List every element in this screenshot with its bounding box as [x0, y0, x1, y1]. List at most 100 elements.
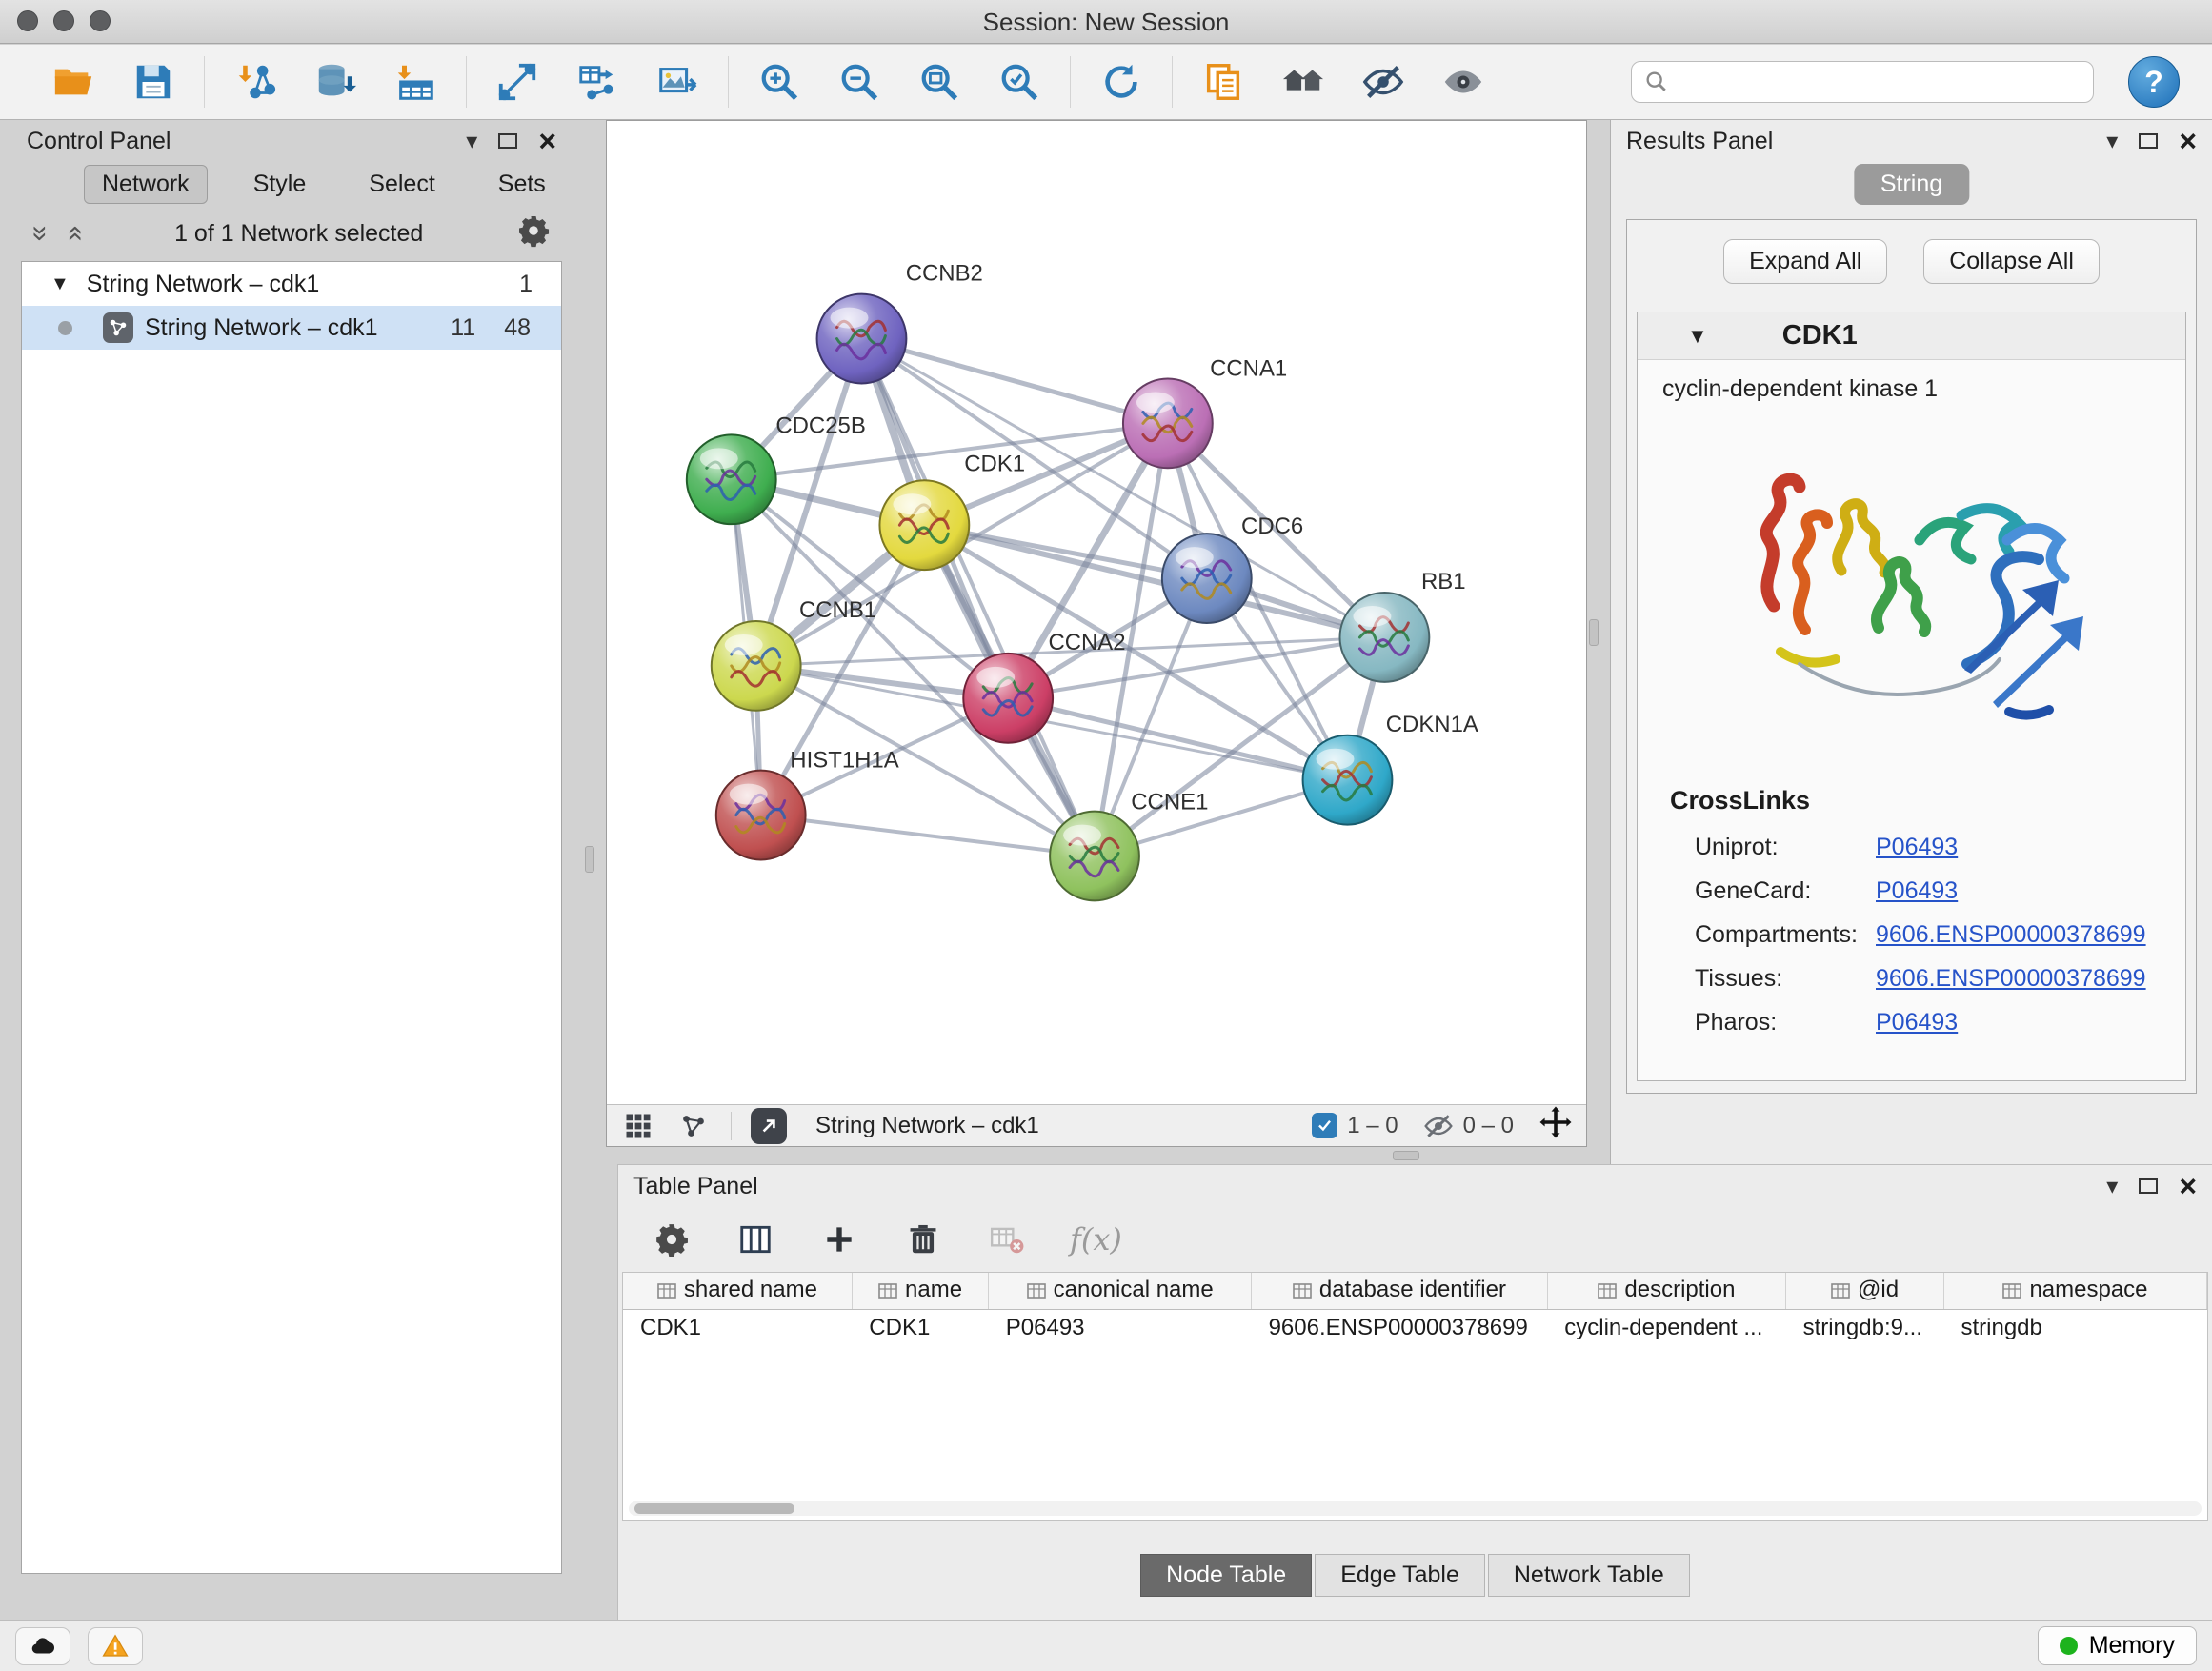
open-in-new-window-icon[interactable]: [751, 1108, 787, 1144]
collection-expand-icon[interactable]: ▼: [50, 273, 70, 295]
column-header-canonical-name[interactable]: canonical name: [989, 1273, 1252, 1309]
search-input[interactable]: [1678, 69, 2081, 95]
tab-network-table[interactable]: Network Table: [1488, 1554, 1690, 1597]
crosslink-link[interactable]: P06493: [1876, 834, 1958, 861]
birdseye-view-icon[interactable]: [675, 1108, 712, 1144]
function-builder-icon[interactable]: f(x): [1070, 1221, 1122, 1258]
network-collection-row[interactable]: ▼ String Network – cdk1 1: [22, 262, 561, 306]
network-node-cdkn1a[interactable]: CDKN1A: [1303, 712, 1478, 825]
refresh-view-button[interactable]: [1097, 58, 1145, 106]
tab-sets[interactable]: Sets: [481, 166, 563, 203]
table-cell[interactable]: stringdb:9...: [1786, 1309, 1944, 1347]
network-options-gear-icon[interactable]: [516, 213, 551, 254]
tab-string[interactable]: String: [1854, 164, 1969, 205]
column-header-description[interactable]: description: [1547, 1273, 1785, 1309]
status-bar: Memory: [0, 1620, 2212, 1671]
column-header-name[interactable]: name: [852, 1273, 988, 1309]
table-cell[interactable]: stringdb: [1943, 1309, 2206, 1347]
panel-close-icon[interactable]: ×: [2179, 131, 2197, 151]
open-session-button[interactable]: [50, 58, 97, 106]
memory-button[interactable]: Memory: [2038, 1626, 2197, 1665]
minimize-window-button[interactable]: [53, 10, 74, 31]
crosslink-link[interactable]: 9606.ENSP00000378699: [1876, 921, 2146, 949]
panel-menu-icon[interactable]: ▾: [2106, 1173, 2118, 1200]
column-header-namespace[interactable]: namespace: [1943, 1273, 2206, 1309]
network-node-ccna1[interactable]: CCNA1: [1123, 355, 1287, 468]
import-table-file-button[interactable]: [392, 58, 439, 106]
column-header-shared-name[interactable]: shared name: [623, 1273, 852, 1309]
warnings-button[interactable]: [88, 1627, 143, 1665]
bottom-splitter-handle[interactable]: [1393, 1151, 1419, 1160]
table-cell[interactable]: CDK1: [623, 1309, 852, 1347]
panel-menu-icon[interactable]: ▾: [466, 128, 477, 155]
delete-column-trash-icon[interactable]: [902, 1218, 944, 1260]
network-from-table-button[interactable]: [573, 58, 621, 106]
expand-all-networks-icon[interactable]: »: [64, 226, 83, 242]
string-home-button[interactable]: [1279, 58, 1327, 106]
right-splitter-handle[interactable]: [1589, 619, 1599, 646]
network-node-cdc6[interactable]: CDC6: [1162, 513, 1303, 623]
zoom-selected-button[interactable]: [995, 58, 1043, 106]
import-network-database-button[interactable]: [312, 58, 359, 106]
tab-edge-table[interactable]: Edge Table: [1315, 1554, 1485, 1597]
panel-close-icon[interactable]: ×: [538, 131, 556, 151]
tab-select[interactable]: Select: [352, 166, 452, 203]
table-cell[interactable]: CDK1: [852, 1309, 988, 1347]
network-canvas[interactable]: CCNB2CCNA1CDC25BCDK1CDC6RB1CCNB1CCNA2CDK…: [607, 121, 1586, 1104]
collapse-all-networks-icon[interactable]: »: [30, 226, 50, 242]
tab-network[interactable]: Network: [84, 165, 208, 204]
table-cell[interactable]: P06493: [989, 1309, 1252, 1347]
scrollbar-thumb[interactable]: [634, 1503, 794, 1514]
show-details-button[interactable]: [1439, 58, 1487, 106]
network-node-rb1[interactable]: RB1: [1340, 569, 1466, 682]
panel-float-icon[interactable]: [498, 133, 517, 149]
zoom-fit-button[interactable]: [915, 58, 963, 106]
column-header-@id[interactable]: @id: [1786, 1273, 1944, 1309]
crosslink-link[interactable]: P06493: [1876, 877, 1958, 905]
column-header-database-identifier[interactable]: database identifier: [1252, 1273, 1548, 1309]
hide-details-button[interactable]: [1359, 58, 1407, 106]
gene-collapse-icon[interactable]: ▼: [1687, 324, 1708, 349]
left-splitter-handle[interactable]: [585, 846, 594, 873]
panel-float-icon[interactable]: [2139, 133, 2158, 149]
help-button[interactable]: ?: [2128, 56, 2180, 108]
zoom-in-button[interactable]: [755, 58, 803, 106]
crosslink-link[interactable]: P06493: [1876, 1009, 1958, 1037]
panel-float-icon[interactable]: [2139, 1178, 2158, 1194]
zoom-out-button[interactable]: [835, 58, 883, 106]
panel-menu-icon[interactable]: ▾: [2106, 128, 2118, 155]
tab-style[interactable]: Style: [236, 166, 324, 203]
new-network-button[interactable]: [493, 58, 541, 106]
table-horizontal-scrollbar[interactable]: [629, 1501, 2202, 1516]
add-column-icon[interactable]: [818, 1218, 860, 1260]
network-edge[interactable]: [861, 339, 1095, 856]
table-settings-gear-icon[interactable]: [651, 1218, 693, 1260]
expand-all-button[interactable]: Expand All: [1723, 239, 1887, 284]
network-edge[interactable]: [761, 815, 1095, 856]
panel-close-icon[interactable]: ×: [2179, 1177, 2197, 1196]
crosslink-link[interactable]: 9606.ENSP00000378699: [1876, 965, 2146, 993]
network-item-row[interactable]: String Network – cdk1 11 48: [22, 306, 561, 350]
gene-header[interactable]: ▼ CDK1: [1638, 312, 2185, 360]
grid-view-icon[interactable]: [620, 1108, 656, 1144]
selected-checkbox-icon[interactable]: [1312, 1113, 1337, 1138]
network-edge[interactable]: [861, 339, 1167, 424]
show-columns-icon[interactable]: [734, 1218, 776, 1260]
pan-tool-icon[interactable]: [1538, 1105, 1573, 1146]
table-cell[interactable]: 9606.ENSP00000378699: [1252, 1309, 1548, 1347]
network-edge[interactable]: [1008, 698, 1347, 780]
network-node-hist1h1a[interactable]: HIST1H1A: [716, 748, 899, 860]
import-network-file-button[interactable]: [231, 58, 279, 106]
table-row[interactable]: CDK1CDK1P064939606.ENSP00000378699cyclin…: [623, 1309, 2207, 1347]
tab-node-table[interactable]: Node Table: [1140, 1554, 1312, 1597]
close-window-button[interactable]: [17, 10, 38, 31]
delete-table-icon[interactable]: [986, 1218, 1028, 1260]
export-image-button[interactable]: [654, 58, 701, 106]
cloud-status-button[interactable]: [15, 1627, 70, 1665]
copy-view-button[interactable]: [1199, 58, 1247, 106]
collapse-all-button[interactable]: Collapse All: [1923, 239, 2100, 284]
save-session-button[interactable]: [130, 58, 177, 106]
table-cell[interactable]: cyclin-dependent ...: [1547, 1309, 1785, 1347]
search-box[interactable]: [1631, 61, 2094, 103]
zoom-window-button[interactable]: [90, 10, 111, 31]
